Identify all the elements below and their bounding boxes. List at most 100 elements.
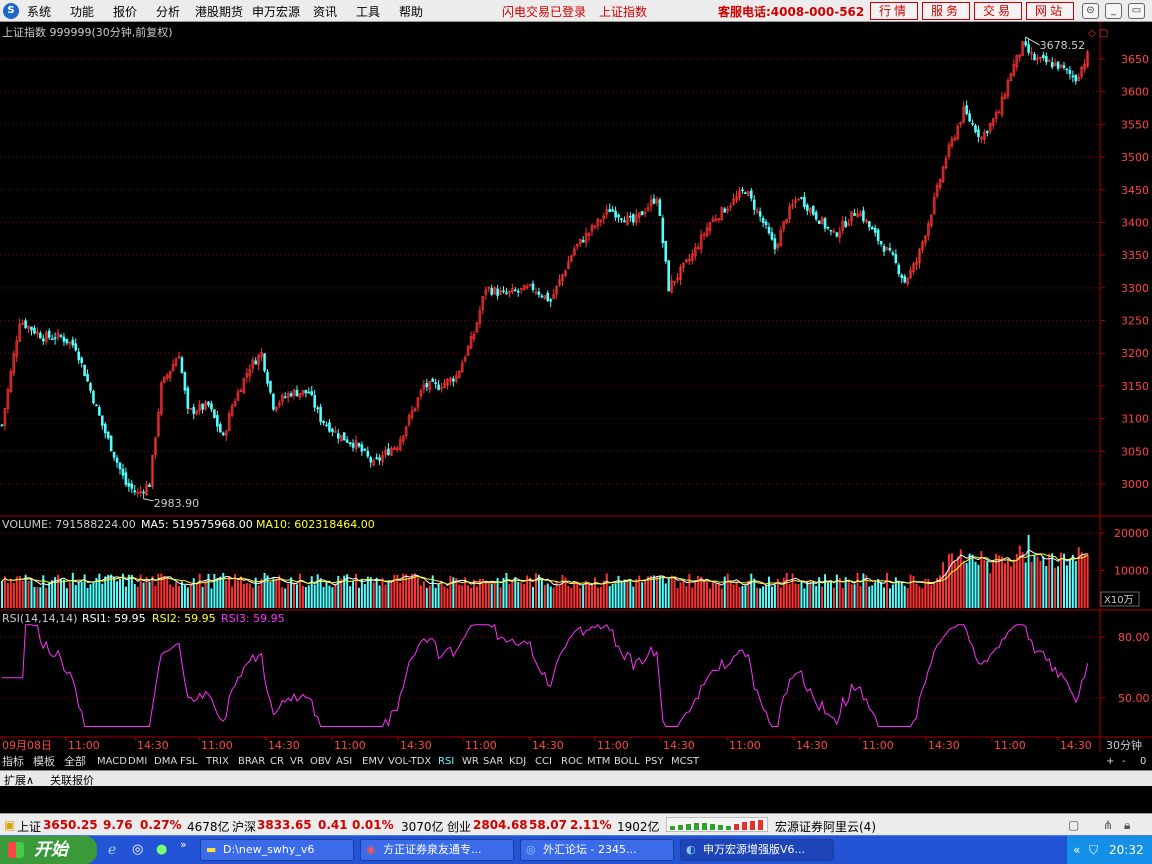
volume-bar — [773, 584, 776, 608]
zoom-in-button[interactable]: + — [1106, 754, 1114, 769]
tab-boll[interactable]: BOLL — [614, 754, 640, 769]
menu-system[interactable]: 系统 — [27, 3, 51, 20]
index-link[interactable]: 上证指数 — [599, 3, 647, 20]
menu-function[interactable]: 功能 — [70, 3, 94, 20]
volume-bar — [127, 574, 130, 608]
volume-bar — [189, 584, 192, 608]
related-quotes-tab[interactable]: 关联报价 — [50, 772, 94, 788]
tab-mcst[interactable]: MCST — [671, 754, 699, 769]
tab-vol-tdx[interactable]: VOL-TDX — [388, 754, 431, 769]
volume-bar — [579, 588, 582, 608]
tab-dmi[interactable]: DMI — [128, 754, 147, 769]
candle-body — [118, 462, 122, 470]
volume-bar — [1001, 556, 1004, 608]
tab-fsl[interactable]: FSL — [180, 754, 198, 769]
browser-icon[interactable]: ◎ — [132, 842, 143, 857]
volume-bar — [366, 576, 369, 608]
menu-quote[interactable]: 报价 — [113, 3, 137, 20]
menu-hk-futures[interactable]: 港股期货 — [195, 3, 243, 20]
time-axis-label: 11:00 — [465, 739, 497, 752]
tab-cr[interactable]: CR — [270, 754, 284, 769]
signal-icon: ⋔ — [1103, 818, 1114, 832]
task-swhy[interactable]: ◐ 申万宏源增强版V6... — [680, 839, 834, 861]
volume-bar — [759, 588, 762, 608]
volume-bar — [859, 586, 862, 608]
status-box-icon[interactable]: ▢ — [1068, 818, 1079, 832]
tray-arrow-icon[interactable]: « — [1073, 836, 1080, 864]
volume-bar — [422, 581, 425, 608]
breadth-bar — [670, 826, 675, 830]
lock-icon[interactable]: 🔒︎ — [1124, 818, 1130, 833]
tab-dma[interactable]: DMA — [154, 754, 177, 769]
server-name[interactable]: 宏源证券阿里云(4) — [775, 818, 876, 835]
browser-task-icon: ◎ — [526, 843, 536, 856]
task-fangzheng[interactable]: ◉ 方正证券泉友通专... — [360, 839, 514, 861]
tab-vr[interactable]: VR — [290, 754, 304, 769]
volume-bar — [136, 586, 139, 608]
minimize-icon[interactable]: _ — [1105, 3, 1122, 19]
volume-bar — [390, 580, 393, 608]
restore-icon[interactable]: ▭ — [1128, 3, 1145, 19]
tab-trix[interactable]: TRIX — [206, 754, 229, 769]
volume-bar — [835, 574, 838, 608]
tab-template[interactable]: 模板 — [33, 754, 55, 769]
quicklaunch-more-icon[interactable]: » — [180, 838, 187, 851]
system-tray: « ⛉ 20:32 — [1066, 836, 1152, 864]
tab-asi[interactable]: ASI — [336, 754, 352, 769]
chart-area[interactable]: 上证指数 999999(30分钟,前复权) 3650 3600 3550 3500 34… — [0, 22, 1152, 752]
ie-icon[interactable]: ℯ — [108, 842, 116, 858]
zoom-out-button[interactable]: - — [1122, 754, 1126, 769]
volume-bar — [641, 582, 644, 608]
volume-bar — [717, 584, 720, 608]
tab-macd[interactable]: MACD — [97, 754, 127, 769]
reset-button[interactable]: 0 — [1140, 754, 1146, 769]
trade-button[interactable]: 交易 — [974, 2, 1022, 20]
website-button[interactable]: 网站 — [1026, 2, 1074, 20]
chart-marker-icon[interactable]: ◇ ▢ — [1088, 28, 1108, 39]
tab-roc[interactable]: ROC — [561, 754, 583, 769]
tab-obv[interactable]: OBV — [310, 754, 331, 769]
swhy-task-icon: ◐ — [686, 843, 696, 856]
candle-body — [127, 483, 131, 487]
task-forum[interactable]: ◎ 外汇论坛 - 2345... — [520, 839, 674, 861]
menu-swhy[interactable]: 申万宏源 — [252, 3, 300, 20]
tab-kdj[interactable]: KDJ — [509, 754, 526, 769]
tab-emv[interactable]: EMV — [362, 754, 384, 769]
expand-toggle[interactable]: 扩展∧ — [4, 772, 34, 788]
media-icon[interactable]: ● — [156, 842, 167, 857]
tab-psy[interactable]: PSY — [645, 754, 664, 769]
menu-analysis[interactable]: 分析 — [156, 3, 180, 20]
menu-news[interactable]: 资讯 — [313, 3, 337, 20]
cy-index-value: 2804.68 — [473, 818, 528, 832]
breadth-bar — [694, 823, 699, 830]
login-status[interactable]: 闪电交易已登录 — [502, 3, 586, 20]
task-folder[interactable]: ▬ D:\new_swhy_v6 — [200, 839, 354, 861]
tab-brar[interactable]: BRAR — [238, 754, 265, 769]
tab-indicator[interactable]: 指标 — [2, 754, 24, 769]
service-button[interactable]: 服务 — [922, 2, 970, 20]
start-button[interactable]: 开始 — [0, 836, 97, 864]
candle-body — [142, 491, 145, 494]
volume-bar — [237, 580, 239, 608]
candle-body — [752, 199, 756, 210]
candle-body — [867, 221, 871, 228]
volume-bar — [419, 585, 422, 608]
tab-sar[interactable]: SAR — [483, 754, 503, 769]
candle-body — [74, 343, 78, 351]
volume-bar — [172, 586, 175, 608]
volume-bar — [1060, 552, 1063, 608]
tab-wr[interactable]: WR — [462, 754, 479, 769]
shield-icon[interactable]: ⛉ — [1089, 836, 1098, 864]
volume-bar — [124, 586, 127, 608]
quotes-button[interactable]: 行情 — [870, 2, 918, 20]
tab-mtm[interactable]: MTM — [587, 754, 610, 769]
tab-all[interactable]: 全部 — [64, 754, 86, 769]
minimize-panel-icon[interactable]: ⊝ — [1082, 3, 1099, 19]
period-label[interactable]: 30分钟 — [1106, 738, 1142, 752]
menu-tools[interactable]: 工具 — [356, 3, 380, 20]
volume-bar — [225, 580, 228, 608]
tab-cci[interactable]: CCI — [535, 754, 552, 769]
tab-rsi[interactable]: RSI — [438, 754, 454, 769]
menu-help[interactable]: 帮助 — [399, 3, 423, 20]
volume-bar — [119, 579, 121, 608]
